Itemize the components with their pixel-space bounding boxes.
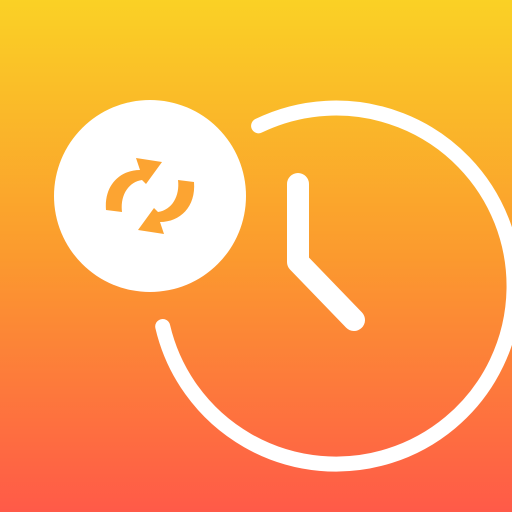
sync-badge-circle [54, 100, 246, 292]
app-icon [0, 0, 512, 512]
sync-badge [54, 100, 246, 292]
app-icon-graphic [0, 0, 512, 512]
